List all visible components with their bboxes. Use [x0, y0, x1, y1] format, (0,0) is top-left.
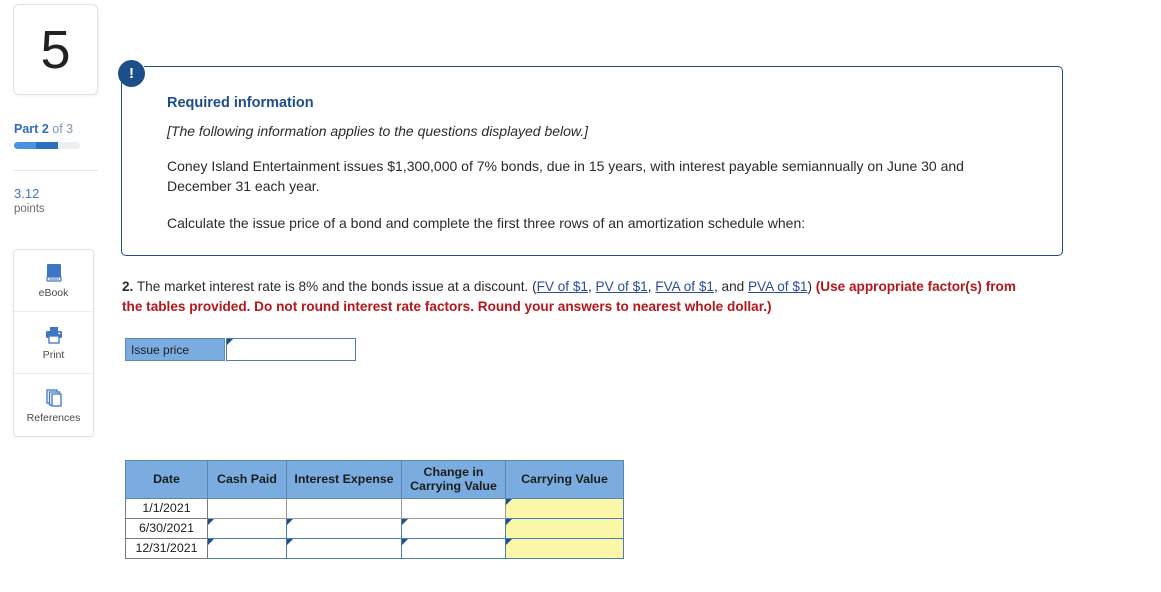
column-header-change-line1: Change in: [423, 465, 484, 479]
row-date-1: 1/1/2021: [125, 497, 208, 519]
input-interest-expense-3[interactable]: [287, 538, 401, 558]
part-indicator: Part 2 of 3: [14, 122, 73, 136]
points-label: points: [14, 203, 45, 215]
part-prefix: Part: [14, 122, 39, 136]
row-date-3: 12/31/2021: [125, 537, 208, 559]
progress-segment-2: [36, 142, 58, 149]
table-row: 12/31/2021: [125, 537, 624, 559]
question-sidebar: 5 Part 2 of 3 3.12 points eBook Print Re…: [0, 0, 108, 592]
cell-cash-paid-3[interactable]: [207, 537, 287, 559]
references-button[interactable]: References: [14, 374, 93, 436]
input-cash-paid-2[interactable]: [208, 518, 286, 538]
link-sep-0: ,: [587, 279, 596, 294]
progress-segment-1: [14, 142, 36, 149]
required-information-paragraph-2: Calculate the issue price of a bond and …: [167, 215, 806, 231]
issue-price-row: Issue price: [125, 338, 356, 361]
required-information-title: Required information: [167, 95, 314, 111]
column-header-date: Date: [125, 460, 208, 499]
cell-cash-paid-2[interactable]: [207, 517, 287, 539]
table-header-row: Date Cash Paid Interest Expense Change i…: [125, 460, 624, 499]
link-sep-2: , and: [713, 279, 748, 294]
copy-pages-icon: [43, 387, 65, 409]
question-page: 5 Part 2 of 3 3.12 points eBook Print Re…: [0, 0, 1161, 592]
part-current: 2: [41, 122, 49, 136]
link-pv-of-1[interactable]: PV of $1: [596, 279, 648, 294]
table-row: 6/30/2021: [125, 517, 624, 539]
question-prompt: 2. The market interest rate is 8% and th…: [122, 277, 1037, 317]
question-index: 2.: [122, 279, 134, 294]
input-change-carrying-3[interactable]: [402, 538, 505, 558]
input-carrying-value-1[interactable]: [506, 498, 623, 518]
column-header-cash-paid-line1: Cash Paid: [217, 472, 277, 487]
print-button[interactable]: Print: [14, 312, 93, 374]
column-header-interest-expense: Interest Expense: [286, 460, 402, 499]
points-value: 3.12: [14, 186, 40, 201]
input-carrying-value-3[interactable]: [506, 538, 623, 558]
question-number-card: 5: [13, 4, 98, 95]
cell-interest-expense-3[interactable]: [286, 537, 402, 559]
print-label: Print: [42, 349, 65, 361]
input-interest-expense-2[interactable]: [287, 518, 401, 538]
ebook-label: eBook: [38, 287, 69, 299]
references-label: References: [26, 411, 81, 424]
column-header-interest-expense-line1: Interest Expense: [294, 472, 394, 487]
ebook-button[interactable]: eBook: [14, 250, 93, 312]
cell-change-carrying-2[interactable]: [401, 517, 506, 539]
cell-carrying-value-3[interactable]: [505, 537, 624, 559]
cell-cash-paid-1: [207, 497, 287, 519]
link-pva-of-1[interactable]: PVA of $1: [748, 279, 807, 294]
column-header-change-line2: Carrying Value: [410, 479, 497, 494]
amortization-schedule-table: Date Cash Paid Interest Expense Change i…: [125, 460, 624, 559]
printer-icon: [43, 324, 65, 346]
input-change-carrying-2[interactable]: [402, 518, 505, 538]
required-information-note: [The following information applies to th…: [167, 123, 589, 139]
issue-price-input-wrapper[interactable]: [226, 338, 356, 361]
part-total: of 3: [52, 122, 74, 136]
question-number: 5: [40, 19, 71, 80]
column-header-carrying-value-line1: Carrying Value: [521, 472, 608, 487]
column-header-change-in-carrying-value: Change in Carrying Value: [401, 460, 506, 499]
sidebar-tool-stack: eBook Print References: [13, 249, 94, 437]
row-date-2: 6/30/2021: [125, 517, 208, 539]
link-fv-of-1[interactable]: FV of $1: [537, 279, 588, 294]
link-fva-of-1[interactable]: FVA of $1: [655, 279, 714, 294]
column-header-cash-paid: Cash Paid: [207, 460, 287, 499]
input-cash-paid-3[interactable]: [208, 538, 286, 558]
input-carrying-value-2[interactable]: [506, 518, 623, 538]
table-row: 1/1/2021: [125, 497, 624, 519]
required-information-paragraph-1: Coney Island Entertainment issues $1,300…: [167, 158, 964, 194]
column-header-date-line1: Date: [153, 472, 180, 487]
issue-price-label: Issue price: [125, 338, 225, 361]
cell-interest-expense-1: [286, 497, 402, 519]
required-information-box: Required information [The following info…: [121, 66, 1063, 256]
cell-change-carrying-1: [401, 497, 506, 519]
issue-price-input[interactable]: [227, 339, 355, 360]
cell-interest-expense-2[interactable]: [286, 517, 402, 539]
sidebar-divider: [13, 170, 98, 171]
cell-change-carrying-3[interactable]: [401, 537, 506, 559]
book-icon: [43, 262, 65, 284]
column-header-carrying-value: Carrying Value: [505, 460, 624, 499]
exclamation-icon: !: [118, 60, 145, 87]
cell-carrying-value-1[interactable]: [505, 497, 624, 519]
cell-carrying-value-2[interactable]: [505, 517, 624, 539]
part-progress-bar: [14, 142, 80, 149]
question-text: The market interest rate is 8% and the b…: [133, 279, 537, 294]
